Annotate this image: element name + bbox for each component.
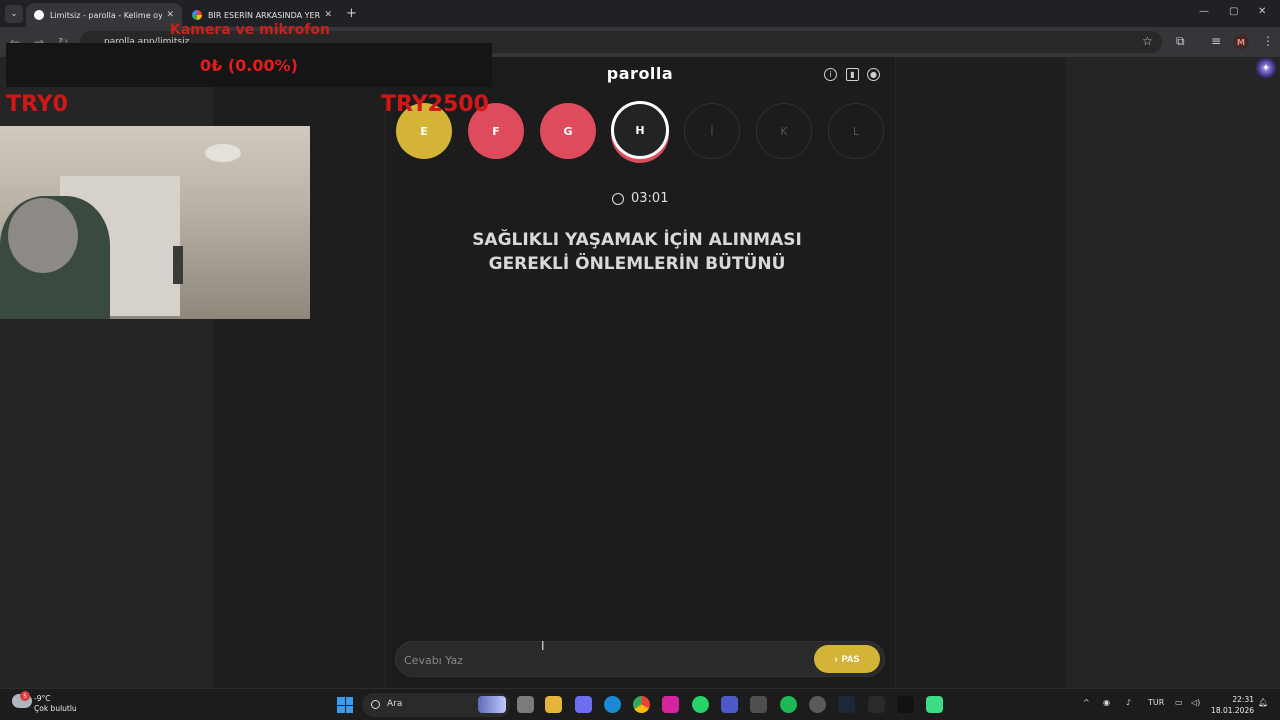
right-panel [1066,57,1280,688]
chevron-right-icon: › [834,654,838,664]
answer-bar: ›PAS [395,641,885,677]
tab-title: BİR ESERİN ARKASINDA YER ALAN [208,10,321,20]
question-text: SAĞLIKLI YAŞAMAK İÇİN ALINMASI GEREKLİ Ö… [420,228,854,276]
teams-icon[interactable] [721,696,738,713]
stats-icon[interactable]: ▮ [846,68,859,81]
sparkle-extension-icon[interactable]: ✦ [1256,58,1276,78]
weather-badge: 5 [20,691,30,701]
extensions-icon[interactable]: ⧉ [1176,34,1185,49]
answer-input[interactable] [404,651,794,669]
clock-time: 22:31 [1232,695,1254,704]
copilot-icon[interactable] [575,696,592,713]
letter-i: İ [684,103,740,159]
steam-icon[interactable] [838,696,855,713]
timer-value: 03:01 [631,191,669,206]
maximize-icon[interactable]: ▢ [1229,6,1238,17]
donation-amount: 0₺ (0.00%) [200,56,298,75]
instagram-icon[interactable] [662,696,679,713]
try-counter-right: TRY2500 [381,92,489,117]
windows-start-icon[interactable] [337,697,353,713]
question-line-2: GEREKLİ ÖNLEMLERİN BÜTÜNÜ [488,254,786,274]
text-cursor-icon: I [541,639,545,653]
close-tab-icon[interactable]: ✕ [324,10,332,20]
search-icon [371,700,380,709]
webcam-person-head [8,198,78,273]
x-app-icon[interactable] [897,696,914,713]
clock-icon [612,192,624,205]
parolla-favicon-icon [34,10,44,20]
microphone-icon[interactable]: ♪ [1126,698,1131,707]
windows-taskbar: 5 -9°C Çok bulutlu Ara ^ ◉ ♪ TUR ▭ ◁) 22… [0,688,1280,720]
media-control-icon[interactable]: ≡ [1211,34,1221,48]
webcam-feed [0,126,310,319]
profile-avatar[interactable]: M [1233,34,1249,50]
letter-k: K [756,103,812,159]
letter-g: G [540,103,596,159]
language-indicator[interactable]: TUR [1148,698,1164,707]
notification-bell-icon[interactable]: 🔔︎ [1258,698,1268,707]
close-window-icon[interactable]: ✕ [1258,6,1266,17]
account-icon[interactable]: ● [867,68,880,81]
task-view-icon[interactable] [517,696,534,713]
search-highlight-icon[interactable] [478,696,506,713]
pass-button[interactable]: › PAS [814,645,880,673]
tray-app-icon[interactable]: ◉ [1103,698,1110,707]
volume-icon[interactable]: ◁) [1191,698,1200,707]
network-icon[interactable]: ▭ [1175,698,1183,707]
new-tab-plus-icon[interactable]: + [346,6,357,21]
question-line-1: SAĞLIKLI YAŞAMAK İÇİN ALINMASI [472,230,802,250]
letter-h-current: H [611,101,669,159]
tab-parolla[interactable]: Limitsiz - parolla - Kelime oyunu ✕ [26,3,182,27]
countdown-timer: 03:01 [612,191,668,206]
overlay-title: Kamera ve mikrofon [170,22,330,38]
tab-search-chevron-icon[interactable]: ⌄ [5,5,23,23]
whatsapp-icon[interactable] [692,696,709,713]
discord-icon[interactable] [809,696,826,713]
temperature[interactable]: -9°C [34,694,50,703]
try-counter-left: TRY0 [6,92,68,117]
tray-chevron-up-icon[interactable]: ^ [1083,698,1090,707]
tab-title: Limitsiz - parolla - Kelime oyunu [50,10,163,20]
clock-date: 18.01.2026 [1211,706,1254,715]
search-label: Ara [387,699,403,709]
letter-l: L [828,103,884,159]
close-tab-icon[interactable]: ✕ [166,10,174,20]
store-icon[interactable] [750,696,767,713]
webcam-ceiling-lamp [205,144,241,162]
epic-games-icon[interactable] [868,696,885,713]
android-icon[interactable] [926,696,943,713]
edge-icon[interactable] [604,696,621,713]
system-clock[interactable]: 22:31 18.01.2026 [1208,694,1254,716]
info-icon[interactable]: i [824,68,837,81]
spotify-icon[interactable] [780,696,797,713]
menu-dots-icon[interactable]: ⋮ [1262,34,1274,48]
site-logo[interactable]: parolla [590,64,690,83]
file-explorer-icon[interactable] [545,696,562,713]
pass-label: PAS [841,654,860,664]
minimize-icon[interactable]: — [1199,6,1209,17]
weather-condition[interactable]: Çok bulutlu [34,704,77,713]
chrome-icon[interactable] [633,696,650,713]
bookmark-star-icon[interactable]: ☆ [1142,34,1153,48]
webcam-speaker [173,246,183,284]
google-favicon-icon [192,10,202,20]
